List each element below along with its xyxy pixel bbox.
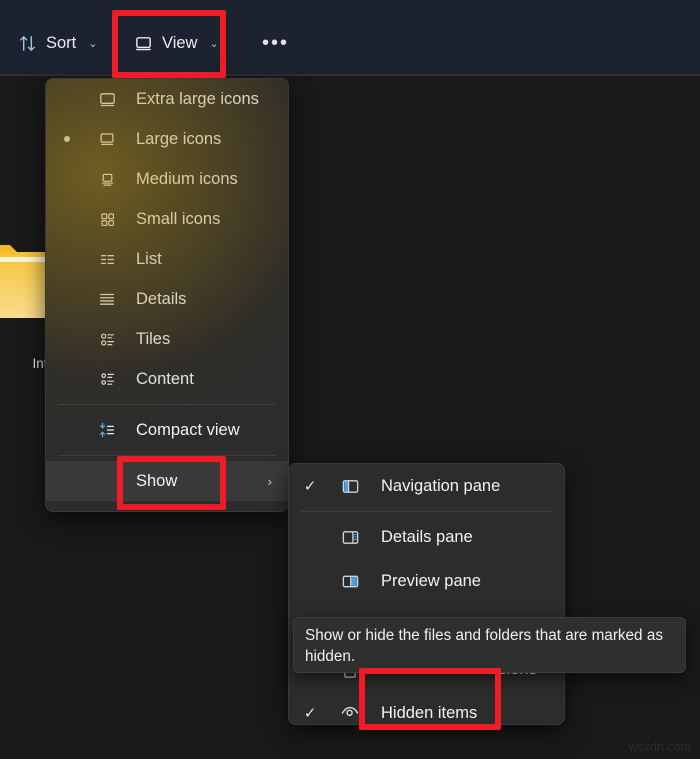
folder-icon[interactable]	[0, 231, 48, 331]
nav-pane-icon	[331, 477, 369, 496]
menu-item-compact-view[interactable]: Compact view	[46, 410, 288, 450]
submenu-item-navigation-pane[interactable]: ✓ Navigation pane	[289, 464, 564, 508]
watermark: wsxdn.com	[628, 740, 691, 754]
menu-item-content[interactable]: Content	[46, 359, 288, 399]
menu-item-small-icons[interactable]: Small icons	[46, 199, 288, 239]
submenu-item-details-pane[interactable]: Details pane	[289, 515, 564, 559]
hidden-items-tooltip: Show or hide the files and folders that …	[293, 617, 686, 673]
sort-button-label: Sort	[46, 33, 77, 52]
sort-button[interactable]: Sort ⌄	[8, 26, 107, 60]
explorer-toolbar: Sort ⌄ View ⌄ •••	[0, 0, 700, 74]
content-icon	[88, 371, 126, 388]
menu-item-label: Small icons	[136, 209, 221, 228]
selection-bullet-slot	[46, 136, 88, 142]
menu-item-details[interactable]: Details	[46, 279, 288, 319]
menu-item-label: Extra large icons	[136, 89, 259, 108]
submenu-item-label: Navigation pane	[381, 476, 501, 495]
check-icon: ✓	[303, 478, 317, 495]
menu-item-list[interactable]: List	[46, 239, 288, 279]
screenshot-root: Sort ⌄ View ⌄ ••• Intr Extra large icons…	[0, 0, 700, 759]
annotation-box-view-button	[112, 10, 226, 78]
annotation-box-show-item	[117, 456, 226, 510]
menu-item-label: Compact view	[136, 420, 240, 439]
monitor-xl-icon	[88, 90, 126, 109]
tiles-icon	[88, 331, 126, 348]
submenu-divider	[301, 511, 552, 512]
menu-item-label: List	[136, 249, 162, 268]
selected-bullet-icon	[64, 136, 70, 142]
menu-item-large-icons[interactable]: Large icons	[46, 119, 288, 159]
chevron-down-icon: ⌄	[88, 37, 98, 50]
list-icon	[88, 251, 126, 268]
menu-item-medium-icons[interactable]: Medium icons	[46, 159, 288, 199]
menu-item-label: Content	[136, 369, 194, 388]
view-flyout-menu: Extra large icons Large icons Medium ico…	[45, 78, 289, 512]
chevron-right-icon: ›	[267, 473, 272, 489]
menu-divider	[58, 404, 276, 405]
menu-item-tiles[interactable]: Tiles	[46, 319, 288, 359]
overflow-button[interactable]: •••	[252, 26, 299, 60]
ellipsis-icon: •••	[262, 31, 290, 54]
submenu-item-preview-pane[interactable]: Preview pane	[289, 559, 564, 603]
menu-item-label: Tiles	[136, 329, 171, 348]
menu-item-label: Medium icons	[136, 169, 238, 188]
menu-item-label: Details	[136, 289, 187, 308]
annotation-box-hidden-items	[359, 668, 501, 730]
menu-item-label: Large icons	[136, 129, 222, 148]
compact-view-icon	[88, 421, 126, 439]
monitor-md-icon	[88, 171, 126, 188]
sort-arrows-icon	[18, 34, 37, 53]
details-icon	[88, 290, 126, 308]
check-icon: ✓	[303, 705, 317, 722]
menu-item-extra-large-icons[interactable]: Extra large icons	[46, 79, 288, 119]
preview-pane-icon	[331, 572, 369, 591]
details-pane-icon	[331, 528, 369, 547]
submenu-item-label: Details pane	[381, 527, 473, 546]
grid-small-icon	[88, 211, 126, 228]
monitor-lg-icon	[88, 130, 126, 148]
submenu-item-label: Preview pane	[381, 571, 481, 590]
